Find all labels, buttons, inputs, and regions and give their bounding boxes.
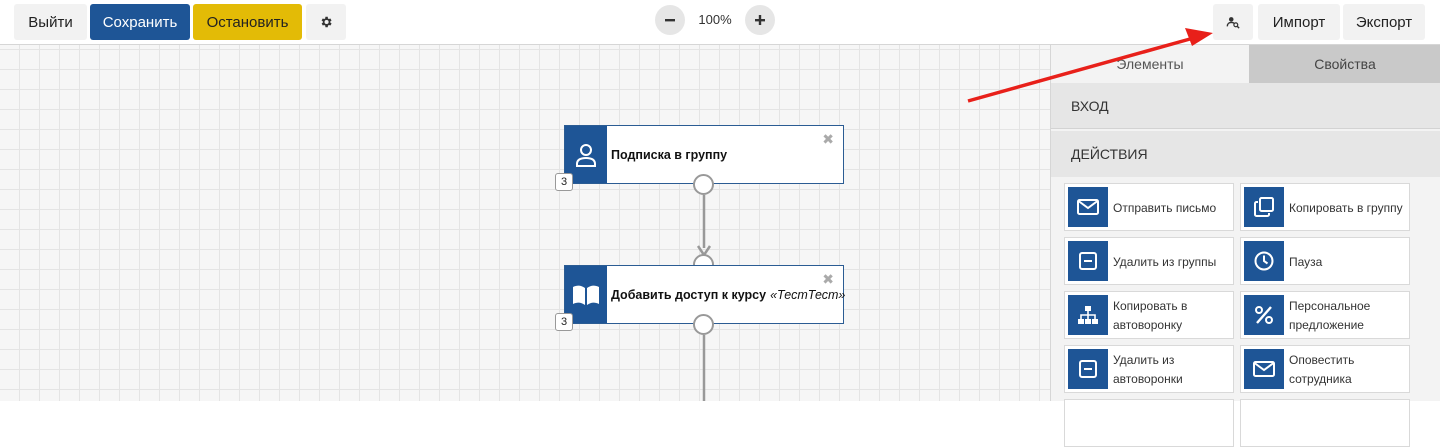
action-label: Удалить из автоворонки bbox=[1113, 353, 1183, 386]
export-button[interactable]: Экспорт bbox=[1343, 4, 1425, 40]
action-tile[interactable] bbox=[1240, 399, 1410, 447]
section-in-label: ВХОД bbox=[1071, 97, 1109, 114]
node-output-port[interactable] bbox=[693, 314, 714, 335]
tab-properties[interactable]: Свойства bbox=[1249, 45, 1440, 83]
action-copy-to-group[interactable]: Копировать в группу bbox=[1240, 183, 1410, 231]
stop-button[interactable]: Остановить bbox=[193, 4, 302, 40]
action-label: Оповестить сотрудника bbox=[1289, 353, 1355, 386]
exit-button[interactable]: Выйти bbox=[14, 4, 87, 40]
zoom-out-button[interactable] bbox=[655, 5, 685, 35]
percent-icon bbox=[1255, 306, 1273, 324]
action-label: Отправить письмо bbox=[1113, 200, 1217, 215]
action-label: Персональное предложение bbox=[1289, 299, 1371, 332]
top-toolbar: Выйти Сохранить Остановить 100% Импорт Э… bbox=[0, 0, 1440, 45]
hierarchy-icon bbox=[1078, 306, 1098, 324]
action-notify-employee[interactable]: Оповестить сотрудника bbox=[1240, 345, 1410, 393]
node-title: Добавить доступ к курсу «ТестТест» bbox=[611, 266, 845, 323]
elements-sidebar: Элементы Свойства ВХОД ДЕЙСТВИЯ Отправит… bbox=[1050, 45, 1440, 447]
action-tile[interactable] bbox=[1064, 399, 1234, 447]
action-label: Пауза bbox=[1289, 254, 1323, 269]
zoom-level: 100% bbox=[698, 12, 732, 27]
node-subtitle: «ТестТест» bbox=[770, 287, 846, 302]
node-title-text: Подписка в группу bbox=[611, 147, 728, 162]
action-personal-offer[interactable]: Персональное предложение bbox=[1240, 291, 1410, 339]
node-title-text: Добавить доступ к курсу bbox=[611, 287, 767, 302]
gear-icon bbox=[321, 16, 332, 28]
user-search-button[interactable] bbox=[1213, 4, 1253, 40]
minus-icon bbox=[665, 19, 675, 22]
save-button[interactable]: Сохранить bbox=[90, 4, 190, 40]
book-icon bbox=[573, 285, 599, 305]
user-icon bbox=[576, 143, 596, 167]
node-counter: 3 bbox=[555, 173, 573, 191]
mail-icon bbox=[1253, 361, 1275, 377]
user-search-icon bbox=[1226, 17, 1240, 29]
section-in[interactable]: ВХОД bbox=[1051, 83, 1440, 129]
action-remove-from-group[interactable]: Удалить из группы bbox=[1064, 237, 1234, 285]
action-send-email[interactable]: Отправить письмо bbox=[1064, 183, 1234, 231]
section-actions-label: ДЕЙСТВИЯ bbox=[1071, 146, 1148, 162]
close-icon[interactable]: ✖ bbox=[822, 271, 834, 288]
workflow-canvas[interactable]: Подписка в группу ✖ 3 Добавить доступ к … bbox=[0, 45, 1050, 401]
copy-icon bbox=[1254, 197, 1274, 217]
action-label: Копировать в автоворонку bbox=[1113, 299, 1188, 332]
connections bbox=[696, 195, 712, 401]
plus-icon bbox=[755, 15, 765, 25]
tab-elements[interactable]: Элементы bbox=[1051, 45, 1249, 83]
import-button[interactable]: Импорт bbox=[1258, 4, 1340, 40]
minus-icon bbox=[1079, 360, 1097, 378]
settings-button[interactable] bbox=[306, 4, 346, 40]
action-pause[interactable]: Пауза bbox=[1240, 237, 1410, 285]
action-copy-to-funnel[interactable]: Копировать в автоворонку bbox=[1064, 291, 1234, 339]
clock-icon bbox=[1254, 251, 1274, 271]
minus-icon bbox=[1079, 252, 1097, 270]
section-actions[interactable]: ДЕЙСТВИЯ bbox=[1051, 131, 1440, 177]
action-remove-from-funnel[interactable]: Удалить из автоворонки bbox=[1064, 345, 1234, 393]
node-output-port[interactable] bbox=[693, 174, 714, 195]
action-label: Удалить из группы bbox=[1113, 254, 1217, 269]
node-title: Подписка в группу bbox=[611, 126, 727, 183]
action-label: Копировать в группу bbox=[1289, 200, 1403, 215]
zoom-in-button[interactable] bbox=[745, 5, 775, 35]
mail-icon bbox=[1077, 199, 1099, 215]
close-icon[interactable]: ✖ bbox=[822, 131, 834, 148]
node-counter: 3 bbox=[555, 313, 573, 331]
